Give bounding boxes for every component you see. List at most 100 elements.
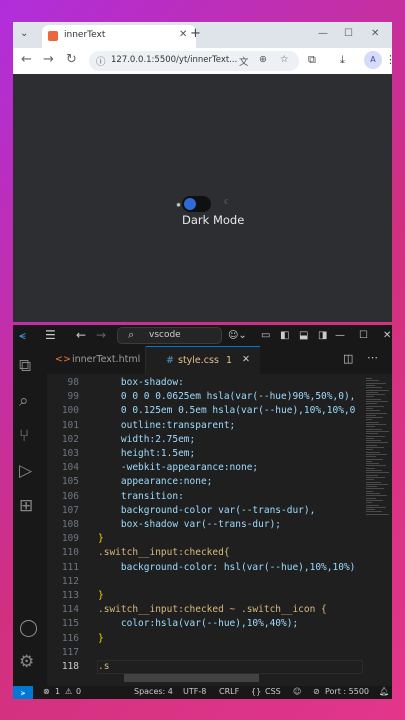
- code-line[interactable]: color:hsla(var(--hue),10%,40%);: [98, 618, 298, 629]
- port-icon: ⊘: [313, 687, 320, 696]
- minimap-line: [366, 499, 383, 501]
- indentation-status[interactable]: Spaces: 4: [134, 687, 173, 696]
- warning-icon[interactable]: ⚠: [65, 687, 72, 696]
- profile-avatar[interactable]: A: [364, 51, 382, 69]
- minimap[interactable]: [363, 374, 392, 674]
- minimap-line: [366, 382, 386, 384]
- code-line[interactable]: width:2.75em;: [98, 434, 195, 445]
- minimap-line: [366, 394, 385, 396]
- minimap-line: [366, 476, 385, 478]
- tab-style-css[interactable]: # style.css 1 ✕: [146, 346, 260, 374]
- tab-label: innerText.html: [72, 354, 141, 365]
- back-icon[interactable]: ←: [76, 328, 86, 342]
- dark-mode-switch[interactable]: [182, 196, 211, 212]
- address-bar[interactable]: ⓘ 127.0.0.1:5500/yt/innerText... 文 ⊕ ☆: [89, 51, 299, 71]
- editor-tabs: <> innerText.html # style.css 1 ✕ ◫ ⋯: [47, 346, 392, 374]
- remote-indicator-icon[interactable]: ⪫: [13, 686, 33, 699]
- tab-innertext-html[interactable]: <> innerText.html: [47, 346, 146, 374]
- copilot-icon[interactable]: ☺⌄: [228, 329, 247, 343]
- tab-search-icon[interactable]: ⌄: [20, 28, 28, 39]
- command-center[interactable]: ⌕ vscode: [117, 327, 222, 344]
- minimap-line: [366, 474, 378, 476]
- code-line[interactable]: appearance:none;: [98, 476, 213, 487]
- command-center-label: vscode: [149, 330, 181, 340]
- code-line[interactable]: transition:: [98, 491, 184, 502]
- encoding-status[interactable]: UTF-8: [183, 687, 206, 696]
- toggle-panel-icon[interactable]: ⬓: [299, 329, 308, 343]
- minimap-line: [366, 479, 374, 481]
- minimap-line: [366, 437, 374, 439]
- sun-icon: ✹: [176, 202, 182, 209]
- title-bar: ⪪ ☰ ← → ⌕ vscode ☺⌄ ▭ ◧ ⬓ ◨ — ☐ ✕: [13, 325, 392, 346]
- code-line[interactable]: 0 0 0 0.0625em hsla(var(--hue)90%,50%,0)…: [98, 391, 356, 402]
- minimap-line: [366, 421, 379, 423]
- back-icon[interactable]: ←: [21, 53, 32, 67]
- close-window-icon[interactable]: ✕: [371, 28, 379, 39]
- dark-mode-label: Dark Mode: [182, 213, 245, 227]
- close-tab-icon[interactable]: ✕: [242, 354, 250, 365]
- bookmark-star-icon[interactable]: ☆: [280, 54, 289, 65]
- minimap-line: [366, 435, 385, 437]
- horizontal-scrollbar[interactable]: [124, 674, 259, 682]
- minimap-line: [366, 387, 382, 389]
- toggle-secondary-sidebar-icon[interactable]: ◨: [318, 329, 327, 343]
- close-window-icon[interactable]: ✕: [383, 329, 391, 343]
- minimap-line: [366, 407, 373, 409]
- minimap-line: [366, 442, 388, 444]
- warning-count[interactable]: 0: [76, 687, 81, 696]
- code-line[interactable]: .switch__input:checked ~ .switch__icon {: [98, 604, 327, 615]
- minimap-line: [366, 401, 388, 402]
- code-line[interactable]: outline:transparent;: [98, 420, 235, 431]
- error-icon[interactable]: ⊗: [43, 687, 50, 696]
- maximize-icon[interactable]: ☐: [344, 28, 353, 39]
- code-line[interactable]: -webkit-appearance:none;: [98, 462, 258, 473]
- tab-strip: ⌄ innerText ✕ + — ☐ ✕: [13, 22, 392, 48]
- minimize-icon[interactable]: —: [335, 329, 345, 343]
- error-count[interactable]: 1: [55, 687, 60, 696]
- live-server-port[interactable]: Port : 5500: [325, 687, 369, 696]
- minimap-line: [366, 412, 387, 414]
- minimap-line: [366, 495, 387, 497]
- code-line[interactable]: background-color var(--trans-dur),: [98, 505, 315, 516]
- new-tab-button[interactable]: +: [190, 27, 201, 40]
- toggle-sidebar-icon[interactable]: ◧: [280, 329, 289, 343]
- forward-icon[interactable]: →: [96, 328, 106, 342]
- site-info-icon[interactable]: ⓘ: [96, 54, 106, 68]
- code-line[interactable]: 0 0.125em 0.5em hsla(var(--hue),10%,10%,…: [98, 405, 356, 416]
- vscode-logo-icon: ⪪: [19, 328, 26, 342]
- code-line[interactable]: background-color: hsl(var(--hue),10%,10%…: [98, 562, 356, 573]
- code-line[interactable]: }: [98, 533, 104, 544]
- notifications-icon[interactable]: 🔔︎: [379, 687, 389, 696]
- copilot-icon[interactable]: ☺: [293, 687, 301, 696]
- menu-icon[interactable]: ⋮: [385, 53, 392, 66]
- split-editor-icon[interactable]: ◫: [343, 352, 353, 365]
- browser-tab[interactable]: innerText ✕: [42, 25, 196, 48]
- eol-status[interactable]: CRLF: [219, 687, 239, 696]
- code-line[interactable]: }: [98, 590, 104, 601]
- extensions-icon[interactable]: ⧉: [308, 53, 316, 67]
- download-icon[interactable]: ⤓: [340, 53, 345, 67]
- minimap-line: [366, 460, 372, 462]
- url-text[interactable]: 127.0.0.1:5500/yt/innerText...: [111, 55, 237, 65]
- code-line[interactable]: box-shadow:: [98, 377, 184, 388]
- translate-icon[interactable]: 文: [239, 54, 249, 68]
- close-tab-icon[interactable]: ✕: [179, 29, 187, 40]
- code-line[interactable]: box-shadow var(--trans-dur);: [98, 519, 281, 530]
- explorer-icon[interactable]: ⧉: [19, 356, 31, 376]
- language-mode[interactable]: CSS: [265, 687, 281, 696]
- menu-icon[interactable]: ☰: [45, 328, 56, 342]
- maximize-icon[interactable]: ☐: [359, 329, 368, 343]
- forward-icon[interactable]: →: [43, 53, 54, 67]
- code-line[interactable]: }: [98, 633, 104, 644]
- minimap-line: [366, 451, 380, 453]
- layout-icon[interactable]: ▭: [261, 329, 270, 343]
- minimap-line: [366, 502, 372, 504]
- code-line[interactable]: height:1.5em;: [98, 448, 195, 459]
- minimap-line: [366, 419, 372, 421]
- status-bar: ⪫ ⊗ 1 ⚠ 0 Spaces: 4 UTF-8 CRLF {} CSS ☺ …: [13, 686, 392, 699]
- code-line[interactable]: .switch__input:checked{: [98, 547, 230, 558]
- zoom-icon[interactable]: ⊕: [259, 54, 267, 65]
- reload-icon[interactable]: ↻: [66, 53, 77, 67]
- minimize-icon[interactable]: —: [318, 28, 328, 39]
- more-actions-icon[interactable]: ⋯: [367, 351, 378, 364]
